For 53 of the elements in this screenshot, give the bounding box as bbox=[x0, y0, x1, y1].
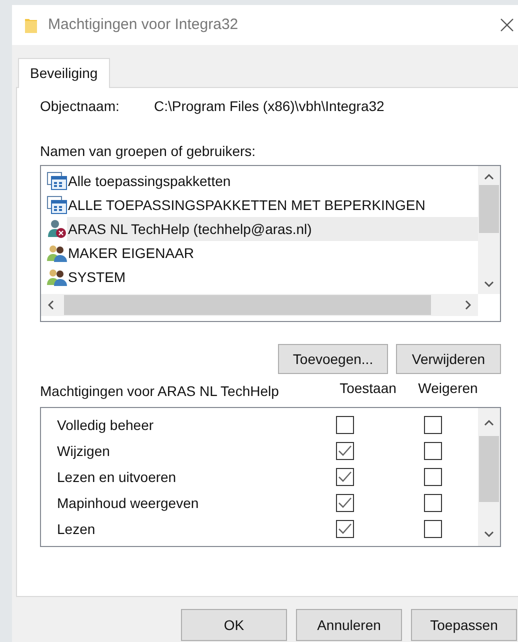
checked-checkbox[interactable] bbox=[336, 520, 354, 538]
scroll-right-icon[interactable] bbox=[465, 300, 471, 310]
cancel-button[interactable]: Annuleren bbox=[296, 609, 402, 641]
app-package-icon bbox=[47, 196, 67, 214]
scroll-thumb[interactable] bbox=[64, 295, 431, 315]
apply-button[interactable]: Toepassen bbox=[411, 609, 517, 641]
tab[interactable]: Beveiliging bbox=[18, 58, 110, 88]
close-icon[interactable] bbox=[500, 18, 514, 32]
user-list-item[interactable]: ARAS NL TechHelp (techhelp@aras.nl) bbox=[67, 217, 478, 241]
checked-checkbox[interactable] bbox=[336, 494, 354, 512]
user-group-icon bbox=[47, 268, 67, 286]
permission-name: Wijzigen bbox=[56, 442, 111, 461]
permission-name: Mapinhoud weergeven bbox=[56, 494, 200, 513]
user-list-item[interactable]: Alle toepassingspakketten bbox=[67, 169, 235, 193]
scroll-left-icon[interactable] bbox=[48, 300, 54, 310]
user-error-icon bbox=[47, 219, 67, 239]
object-name-label: Objectnaam: bbox=[40, 96, 120, 116]
window-title: Machtigingen voor Integra32 bbox=[48, 14, 238, 35]
checkbox[interactable] bbox=[424, 442, 442, 460]
user-list-item[interactable]: SYSTEM bbox=[67, 265, 130, 289]
vertical-scrollbar[interactable] bbox=[478, 166, 500, 294]
add-button[interactable]: Toevoegen... bbox=[278, 344, 388, 374]
checked-checkbox[interactable] bbox=[336, 442, 354, 460]
remove-button[interactable]: Verwijderen bbox=[396, 344, 501, 374]
scroll-down-icon[interactable] bbox=[484, 281, 494, 287]
column-header: Weigeren bbox=[417, 379, 479, 398]
checkbox[interactable] bbox=[424, 468, 442, 486]
scroll-thumb[interactable] bbox=[479, 436, 499, 502]
users-list[interactable]: Alle toepassingspakketten ALLE TOEPASSINGSPAKKETTEN MET BEPERKINGEN ARAS NL TechHelp (techhelp@aras.nl) MAKER EIGENAAR SYSTEM bbox=[40, 165, 501, 322]
object-name-value: C:\Program Files (x86)\vbh\Integra32 bbox=[154, 96, 384, 116]
vertical-scrollbar[interactable] bbox=[478, 408, 500, 546]
scroll-down-icon[interactable] bbox=[484, 531, 494, 537]
ok-button[interactable]: OK bbox=[181, 609, 287, 641]
scroll-up-icon[interactable] bbox=[484, 174, 494, 180]
checkbox[interactable] bbox=[336, 416, 354, 434]
permission-name: Volledig beheer bbox=[56, 416, 155, 435]
permission-name: Lezen bbox=[56, 520, 96, 538]
users-label: Namen van groepen of gebruikers: bbox=[40, 142, 257, 161]
scroll-thumb[interactable] bbox=[479, 185, 499, 233]
checkbox[interactable] bbox=[424, 494, 442, 512]
permission-name: Lezen en uitvoeren bbox=[56, 468, 178, 486]
horizontal-scrollbar[interactable] bbox=[41, 294, 478, 316]
column-header: Toestaan bbox=[338, 379, 398, 398]
permissions-label: Machtigingen voor ARAS NL TechHelp bbox=[40, 383, 280, 399]
user-list-item[interactable]: ALLE TOEPASSINGSPAKKETTEN MET BEPERKINGEN bbox=[67, 193, 430, 217]
checkbox[interactable] bbox=[424, 520, 442, 538]
user-group-icon bbox=[47, 244, 67, 262]
checkbox[interactable] bbox=[424, 416, 442, 434]
folder-icon bbox=[25, 17, 37, 33]
checked-checkbox[interactable] bbox=[336, 468, 354, 486]
app-package-icon bbox=[47, 172, 67, 190]
scroll-up-icon[interactable] bbox=[484, 420, 494, 426]
user-list-item[interactable]: MAKER EIGENAAR bbox=[67, 241, 198, 265]
